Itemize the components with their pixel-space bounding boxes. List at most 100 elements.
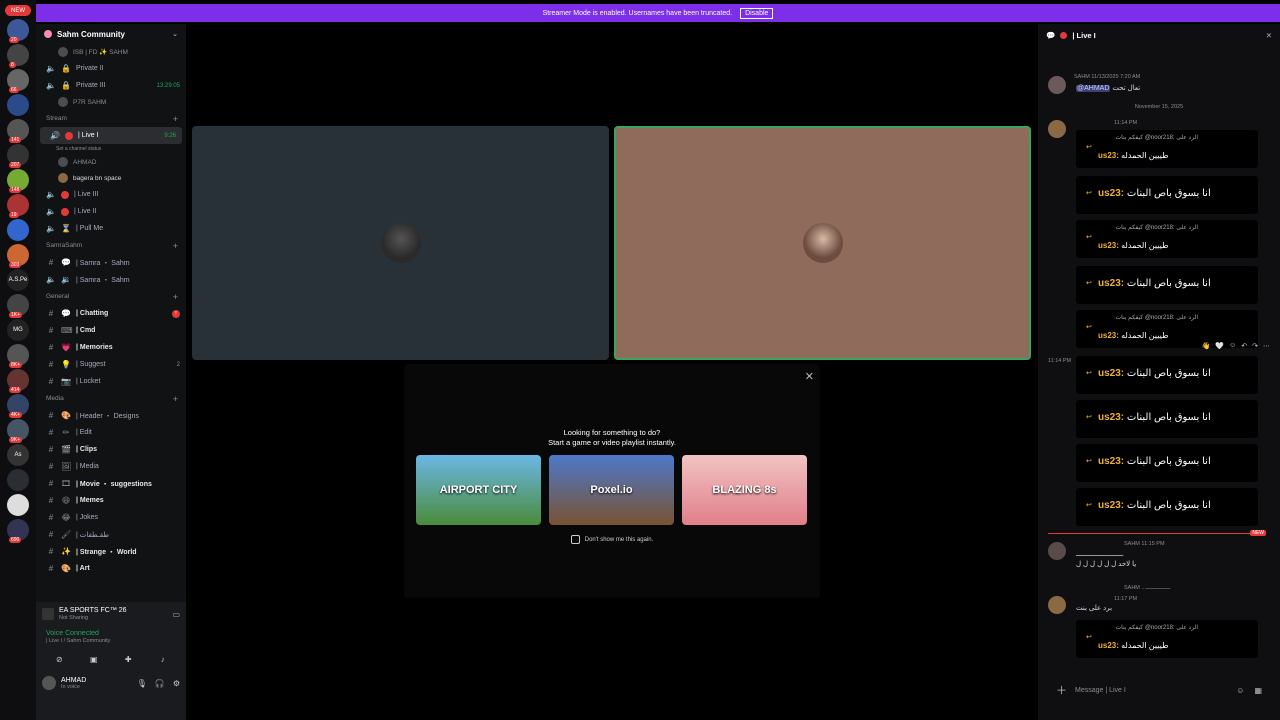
channel-chatting[interactable]: # 💬 | Chatting! [36, 305, 186, 322]
channel-locket[interactable]: # 📷 | Locket [36, 373, 186, 390]
server-icon[interactable]: 4K+ [7, 394, 29, 418]
chat-message[interactable]: ↩ us23: انا بسوق باص البنات [1076, 400, 1258, 438]
server-icon[interactable]: 8K+ [7, 344, 29, 368]
server-icon[interactable] [7, 494, 29, 516]
reply-message[interactable]: كيفكم بنات @noor218: الرد على ↩ us23: طييي… [1076, 130, 1258, 168]
channel-samra-sahm[interactable]: # 💬 | Samra ・ Sahm [36, 254, 186, 271]
disable-streamer-button[interactable]: Disable [740, 7, 774, 19]
channel-pull-me[interactable]: 🔈 ⌛ | Pull Me [36, 220, 186, 237]
chat-message[interactable]: ↩ us23: انا بسوق باص البنات [1076, 356, 1258, 394]
channel-suggest[interactable]: # 💡 | Suggest 2 [36, 356, 186, 373]
camera-off-icon[interactable]: ⊘ [47, 652, 71, 666]
participant-tile[interactable] [192, 126, 609, 360]
channel-media-item[interactable]: # 🎞 | Movie ・ suggestions [36, 475, 186, 492]
server-icon[interactable]: 690 [7, 519, 29, 543]
channel-private-ii[interactable]: 🔈 🔒 Private II [36, 60, 186, 77]
channel-media-item[interactable]: # 🖼 | Media [36, 458, 186, 475]
activities-icon[interactable]: ✚ [116, 652, 140, 666]
server-icon[interactable]: 414 [7, 369, 29, 393]
server-icon[interactable]: 303 [7, 244, 29, 268]
emoji-icon[interactable]: ☺ [1229, 342, 1236, 350]
chat-message[interactable]: ↩ us23: انا بسوق باص البنات [1076, 444, 1258, 482]
channel-media-item[interactable]: # 😆 | Memes [36, 492, 186, 509]
channel-media-item[interactable]: # 🎨 | Header ・ Designs [36, 407, 186, 424]
channel-media-item[interactable]: # 🎨 | Art [36, 560, 186, 577]
channel-media-item[interactable]: # 🎬 | Clips [36, 441, 186, 458]
headphones-icon[interactable]: 🎧 [155, 679, 165, 688]
dont-show-checkbox[interactable]: Don't show me this again. [404, 535, 820, 544]
add-channel-icon[interactable]: + [173, 394, 178, 404]
reply-icon[interactable]: ↶ [1241, 342, 1247, 350]
channel-live-i[interactable]: 🔊 | Live I 9:26 [40, 127, 182, 144]
heart-icon[interactable]: 🤍 [1215, 342, 1224, 350]
reply-message[interactable]: كيفكم بنات @noor218: الرد على ↩ us23: طييي… [1076, 220, 1258, 258]
category-samrasahm[interactable]: SamraSahm + [36, 237, 186, 254]
voice-user[interactable]: P7R SAHM [36, 94, 186, 110]
server-header[interactable]: Sahm Community ⌄ [36, 24, 186, 44]
chevron-down-icon[interactable]: ⌄ [172, 30, 178, 38]
channel-live-ii[interactable]: 🔈 | Live II [36, 203, 186, 220]
apps-icon[interactable]: ▦ [1254, 686, 1262, 695]
server-icon[interactable]: 1K+ [7, 294, 29, 318]
voice-user[interactable]: ISB | FD ✨ SAHM [36, 44, 186, 60]
server-icon[interactable]: 19 [7, 194, 29, 218]
close-icon[interactable]: ✕ [805, 370, 814, 383]
gear-icon[interactable]: ⚙ [173, 679, 180, 688]
category-general[interactable]: General + [36, 288, 186, 305]
channel-media-item[interactable]: # 🖌 | طقـطقات [36, 526, 186, 543]
message-input[interactable]: Message | Live I [1075, 687, 1126, 694]
category-stream[interactable]: Stream + [36, 110, 186, 127]
game-activity[interactable]: EA SPORTS FC™ 26 Not Sharing ▭ [36, 602, 186, 626]
server-icon[interactable] [7, 469, 29, 491]
server-icon[interactable]: MG [7, 319, 29, 341]
more-icon[interactable]: ⋯ [1263, 342, 1270, 350]
voice-user[interactable]: bagera bn space [36, 170, 186, 186]
microphone-icon[interactable]: 🎙 [137, 679, 147, 688]
activity-card-blazing-8s[interactable]: BLAZING 8s [682, 455, 807, 525]
screen-share-icon[interactable]: ▣ [82, 652, 106, 666]
server-icon[interactable]: As [7, 444, 29, 466]
add-attachment-icon[interactable]: ＋ [1056, 682, 1067, 698]
channel-status[interactable]: Set a channel status [36, 144, 186, 154]
checkbox-icon[interactable] [570, 535, 580, 544]
channel-media-item[interactable]: # ✏ | Edit [36, 424, 186, 441]
server-icon[interactable]: 148 [7, 169, 29, 193]
server-icon[interactable] [7, 94, 29, 116]
screen-share-icon[interactable]: ▭ [172, 610, 180, 619]
server-icon[interactable]: 66 [7, 69, 29, 93]
channel-live-iii[interactable]: 🔈 | Live III [36, 186, 186, 203]
soundboard-icon[interactable]: ♪ [151, 652, 175, 666]
add-channel-icon[interactable]: + [173, 241, 178, 251]
channel-cmd[interactable]: # ⌨ | Cmd [36, 322, 186, 339]
server-icon[interactable]: 20 [7, 19, 29, 43]
voice-user[interactable]: AHMAD [36, 154, 186, 170]
channel-memories[interactable]: # 💗 | Memories [36, 339, 186, 356]
server-icon[interactable]: 141 [7, 119, 29, 143]
voice-connected[interactable]: Voice Connected | Live I / Sahm Community [36, 626, 186, 648]
server-icon[interactable]: A.S.Pe [7, 269, 29, 291]
chat-message[interactable]: ↩ us23: انا بسوق باص البنات [1076, 488, 1258, 526]
channel-samra-sahm-voice[interactable]: 🔈 🔉 | Samra ・ Sahm [36, 271, 186, 288]
server-icon[interactable]: 9K+ [7, 419, 29, 443]
server-icon[interactable]: 207 [7, 144, 29, 168]
chat-message[interactable]: ↩ us23: انا بسوق باص البنات [1076, 176, 1258, 214]
channel-media-item[interactable]: # 😂 | Jokes [36, 509, 186, 526]
emoji-icon[interactable]: ☺ [1236, 686, 1244, 695]
server-icon[interactable]: 8 [7, 44, 29, 68]
participant-tile-speaking[interactable] [614, 126, 1031, 360]
activity-card-poxel[interactable]: Poxel.io [549, 455, 674, 525]
category-media[interactable]: Media + [36, 390, 186, 407]
close-icon[interactable]: ✕ [1266, 31, 1272, 40]
wave-icon[interactable]: 👋 [1202, 342, 1211, 350]
add-channel-icon[interactable]: + [173, 292, 178, 302]
chat-message[interactable]: ↩ us23: انا بسوق باص البنات [1076, 266, 1258, 304]
reply-message[interactable]: كيفكم بنات @noor218: الرد على ↩ us23: طي… [1076, 620, 1258, 658]
channel-media-item[interactable]: # ✨ | Strange ・ World [36, 543, 186, 560]
activity-card-airport-city[interactable]: AIRPORT CITY [416, 455, 541, 525]
forward-icon[interactable]: ↷ [1252, 342, 1258, 350]
add-channel-icon[interactable]: + [173, 114, 178, 124]
server-icon[interactable] [7, 219, 29, 241]
user-area[interactable]: AHMAD In voice 🎙 🎧 ⚙ [36, 670, 186, 696]
channel-private-iii[interactable]: 🔈 🔒 Private III 13:29:05 [36, 77, 186, 94]
user-mention[interactable]: @AHMAD [1076, 85, 1111, 92]
